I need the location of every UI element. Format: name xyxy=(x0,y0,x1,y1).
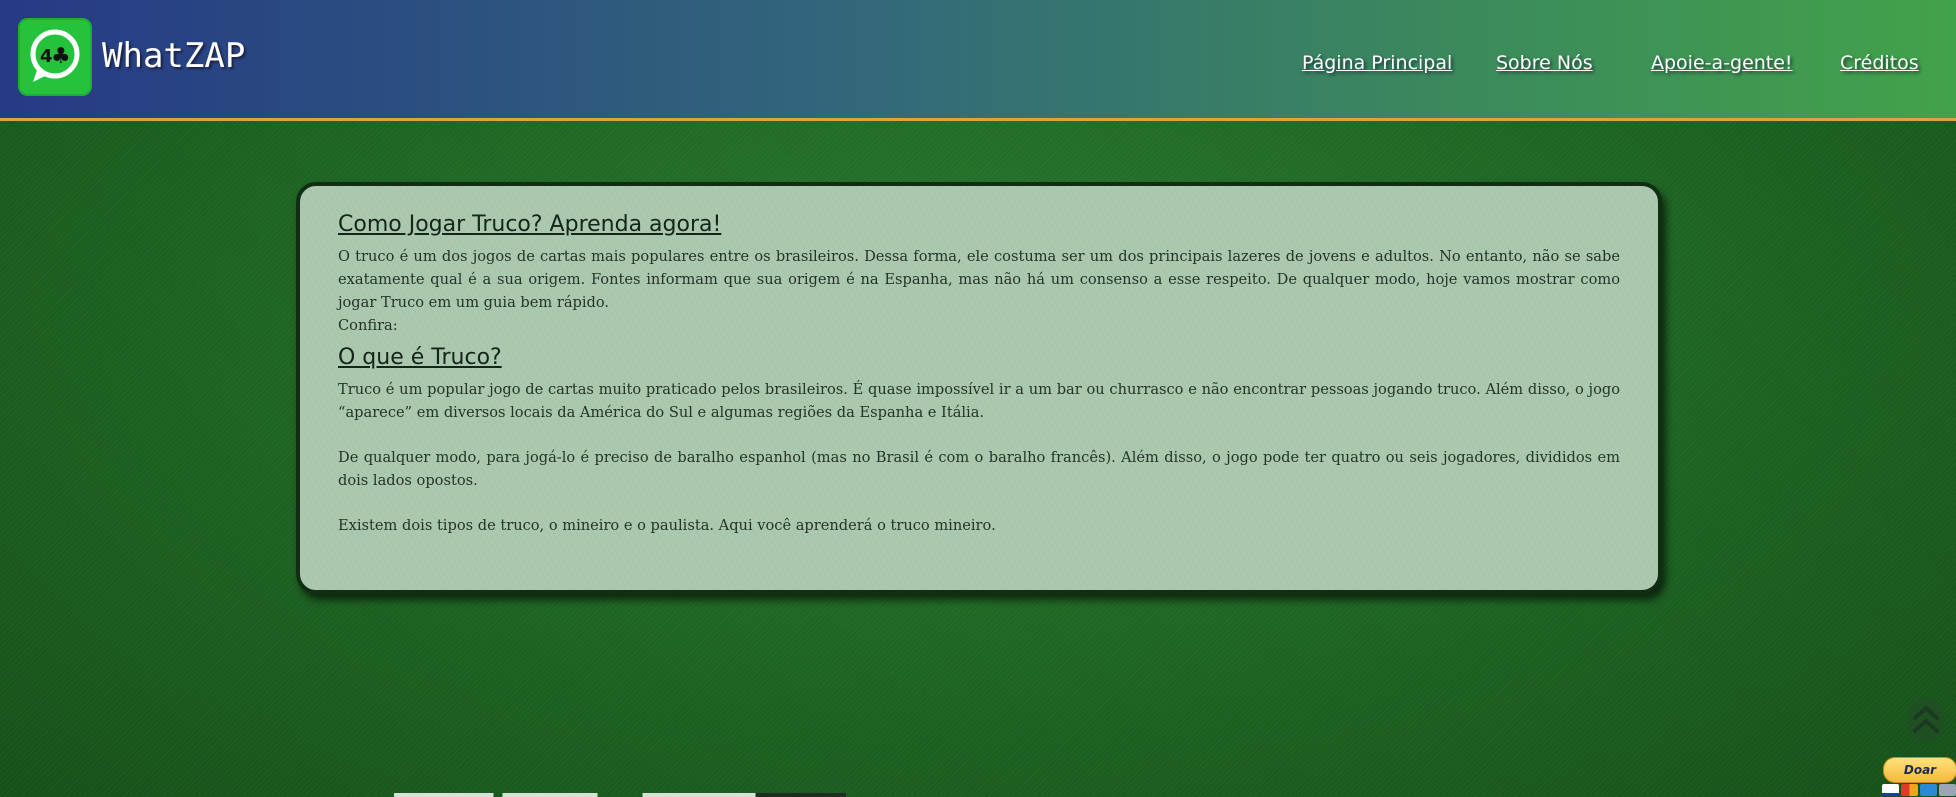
article-paragraph: Truco é um popular jogo de cartas muito … xyxy=(338,381,1620,421)
nav-home-link[interactable]: Página Principal xyxy=(1302,52,1452,74)
article-paragraph: De qualquer modo, para jogá-lo é preciso… xyxy=(338,449,1620,489)
article-paragraph: Existem dois tipos de truco, o mineiro e… xyxy=(338,517,996,534)
nav-credits-link[interactable]: Créditos xyxy=(1840,52,1919,74)
double-chevron-up-icon xyxy=(1913,706,1939,733)
nav-about-link[interactable]: Sobre Nós xyxy=(1496,52,1593,74)
card-icon xyxy=(1939,784,1956,796)
section-title: O que é Truco? xyxy=(338,345,502,370)
svg-text:♣: ♣ xyxy=(51,44,71,69)
logo-icon[interactable]: 4 ♣ xyxy=(18,18,92,96)
brand-name[interactable]: WhatZAP xyxy=(102,36,245,76)
amex-icon xyxy=(1920,784,1937,796)
article-intro: O truco é um dos jogos de cartas mais po… xyxy=(338,248,1620,311)
article-card: Como Jogar Truco? Aprenda agora! O truco… xyxy=(296,182,1662,594)
scroll-to-top-button[interactable] xyxy=(1908,697,1944,743)
mastercard-icon xyxy=(1901,784,1918,796)
nav-support-link[interactable]: Apoie-a-gente! xyxy=(1651,52,1793,74)
site-header: 4 ♣ WhatZAP Página Principal Sobre Nós A… xyxy=(0,0,1956,121)
donate-button[interactable]: Doar xyxy=(1883,757,1956,783)
article-title: Como Jogar Truco? Aprenda agora! xyxy=(338,212,722,237)
footer-edge xyxy=(394,793,846,797)
article-confira: Confira: xyxy=(338,317,398,334)
payment-methods xyxy=(1882,784,1956,796)
visa-icon xyxy=(1882,784,1899,796)
